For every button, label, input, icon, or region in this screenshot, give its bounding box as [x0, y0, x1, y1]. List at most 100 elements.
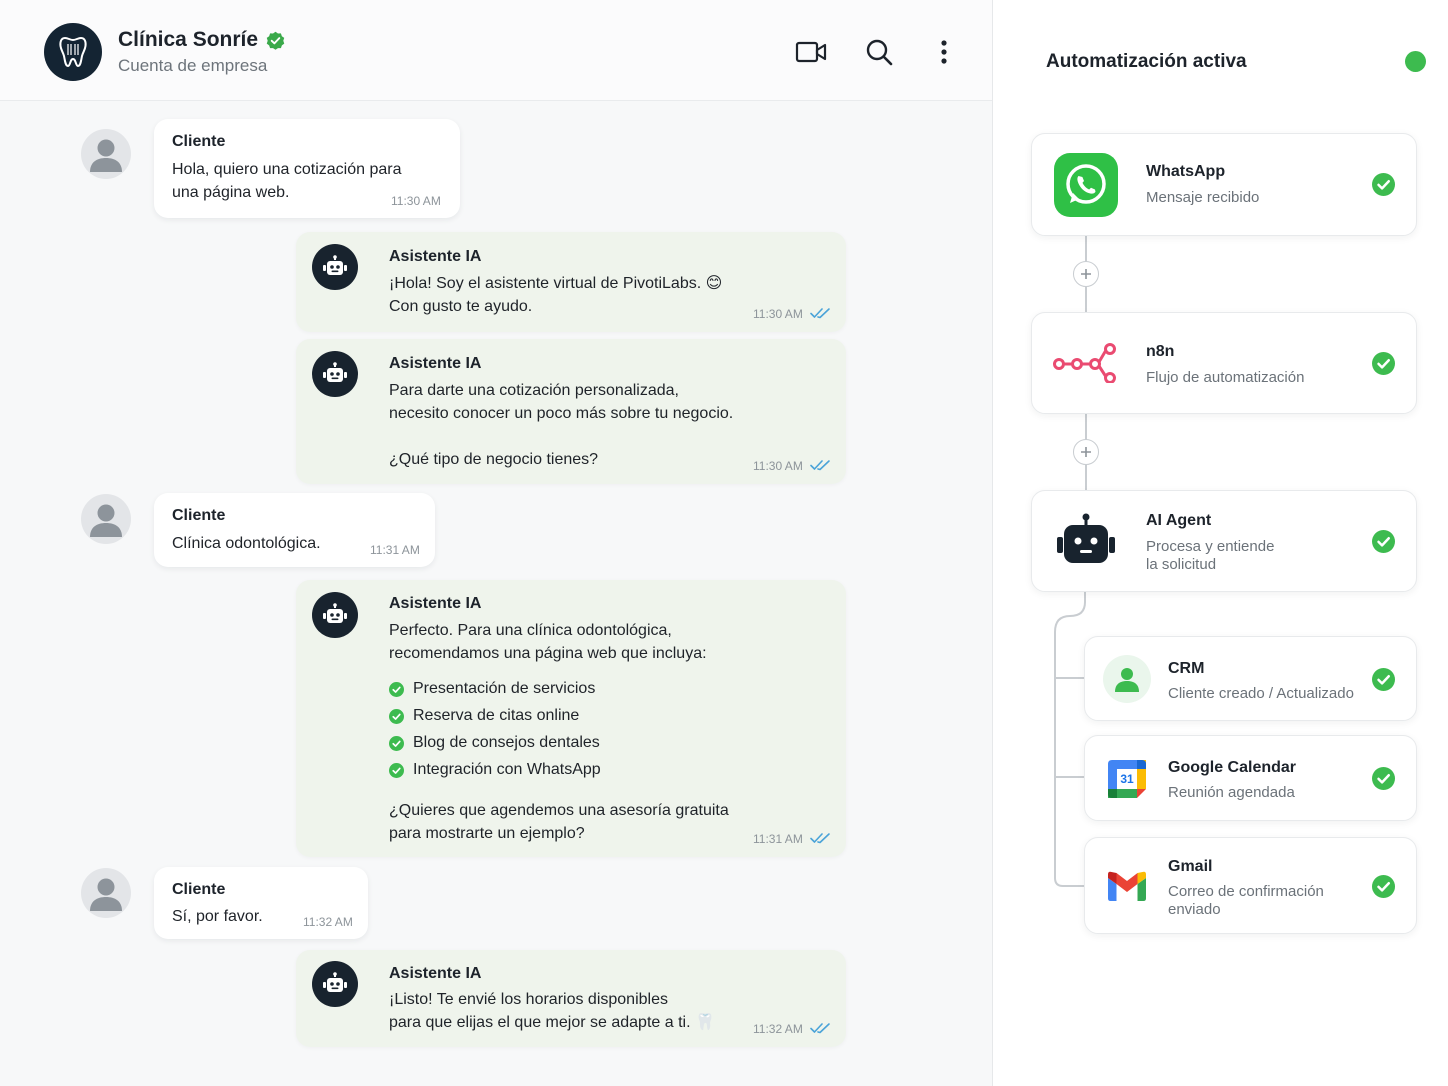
robot-icon	[312, 244, 358, 290]
client-message: Cliente Clínica odontológica. 11:31 AM	[154, 493, 435, 567]
tooth-icon[interactable]	[44, 23, 102, 81]
step-title: WhatsApp	[1146, 163, 1226, 180]
success-check-icon	[1372, 352, 1395, 375]
message-time: 11:31 AM	[370, 543, 420, 557]
message-line: Con gusto te ayudo.	[389, 298, 533, 315]
read-receipt-icon	[810, 831, 832, 845]
step-subtitle-line: Procesa y entiende	[1146, 538, 1275, 555]
verified-badge-icon	[266, 31, 285, 50]
calendar-day-number: 31	[1120, 772, 1134, 786]
check-circle-icon	[389, 762, 404, 778]
gmail-icon	[1108, 871, 1146, 901]
success-check-icon	[1372, 767, 1395, 790]
checklist-label: Integración con WhatsApp	[413, 761, 601, 778]
add-step-icon[interactable]	[1073, 439, 1099, 465]
check-circle-icon	[389, 735, 404, 751]
message-text: Hola, quiero una cotización para una pág…	[172, 158, 401, 204]
checklist-label: Reserva de citas online	[413, 707, 580, 724]
automation-title: Automatización activa	[1046, 51, 1247, 72]
checklist-item: Reserva de citas online	[389, 707, 579, 725]
user-icon	[1103, 655, 1151, 703]
branch-card-gmail[interactable]: Gmail Correo de confirmación enviado	[1084, 837, 1417, 934]
message-sender: Asistente IA	[389, 965, 482, 982]
step-subtitle: Flujo de automatización	[1146, 369, 1304, 387]
branch-subtitle-line: Cliente creado / Actualizado	[1168, 685, 1354, 702]
message-text: Para darte una cotización personalizada,…	[389, 379, 733, 471]
message-line: ¿Quieres que agendemos una asesoría grat…	[389, 802, 729, 819]
status-indicator	[1405, 51, 1426, 72]
message-text: Clínica odontológica.	[172, 532, 321, 555]
message-text: Sí, por favor.	[172, 905, 263, 928]
message-line: necesito conocer un poco más sobre tu ne…	[389, 405, 734, 422]
add-step-icon[interactable]	[1073, 261, 1099, 287]
step-subtitle: Procesa y entiende la solicitud	[1146, 538, 1274, 574]
n8n-icon	[1053, 343, 1119, 383]
branch-subtitle: Cliente creado / Actualizado	[1168, 685, 1354, 703]
message-sender: Asistente IA	[389, 248, 482, 265]
bot-message: Asistente IA ¡Listo! Te envié los horari…	[296, 950, 846, 1047]
contact-name-text: Clínica Sonríe	[118, 28, 259, 51]
message-line: Sí, por favor.	[172, 908, 263, 925]
step-card-whatsapp[interactable]: WhatsApp Mensaje recibido	[1031, 133, 1417, 236]
client-avatar	[81, 494, 131, 544]
more-vertical-icon[interactable]	[927, 36, 961, 68]
search-icon[interactable]	[862, 36, 896, 68]
message-line: para mostrarte un ejemplo?	[389, 825, 585, 842]
client-avatar	[81, 868, 131, 918]
contact-name: Clínica Sonríe	[118, 28, 285, 52]
chat-panel: Clínica Sonríe Cuenta de empresa Cliente…	[0, 0, 993, 1086]
message-text: ¡Hola! Soy el asistente virtual de Pivot…	[389, 272, 722, 318]
message-time: 11:30 AM	[391, 194, 441, 208]
read-receipt-icon	[810, 1021, 832, 1035]
branch-card-google-calendar[interactable]: 31 Google Calendar Reunión agendada	[1084, 735, 1417, 821]
chat-header: Clínica Sonríe Cuenta de empresa	[0, 0, 992, 101]
bot-message: Asistente IA Para darte una cotización p…	[296, 339, 846, 484]
message-text: ¿Quieres que agendemos una asesoría grat…	[389, 799, 729, 845]
step-subtitle-line: Mensaje recibido	[1146, 189, 1260, 206]
checklist-label: Presentación de servicios	[413, 680, 596, 697]
success-check-icon	[1372, 173, 1395, 196]
robot-icon	[312, 592, 358, 638]
bot-message: Asistente IA ¡Hola! Soy el asistente vir…	[296, 232, 846, 332]
message-time: 11:31 AM	[753, 832, 803, 846]
robot-icon	[1055, 513, 1117, 565]
message-line: para que elijas el que mejor se adapte a…	[389, 1014, 715, 1031]
success-check-icon	[1372, 668, 1395, 691]
automation-panel: Automatización activa WhatsApp Mensaje r…	[993, 0, 1448, 1086]
step-subtitle-line: la solicitud	[1146, 556, 1217, 573]
branch-connector	[1054, 592, 1086, 887]
message-time: 11:32 AM	[753, 1022, 803, 1036]
step-card-ai-agent[interactable]: AI Agent Procesa y entiende la solicitud	[1031, 490, 1417, 592]
step-card-n8n[interactable]: n8n Flujo de automatización	[1031, 312, 1417, 414]
client-message: Cliente Sí, por favor. 11:32 AM	[154, 867, 368, 939]
robot-icon	[312, 351, 358, 397]
message-text: Perfecto. Para una clínica odontológica,…	[389, 619, 707, 665]
branch-title: Gmail	[1168, 858, 1213, 875]
message-line: ¡Listo! Te envié los horarios disponible…	[389, 991, 668, 1008]
branch-subtitle-line: enviado	[1168, 901, 1221, 918]
step-title: AI Agent	[1146, 512, 1212, 529]
contact-subtitle: Cuenta de empresa	[118, 56, 268, 75]
branch-card-crm[interactable]: CRM Cliente creado / Actualizado	[1084, 636, 1417, 721]
video-call-icon[interactable]	[794, 36, 828, 68]
read-receipt-icon	[810, 458, 832, 472]
message-line: Clínica odontológica.	[172, 535, 321, 552]
read-receipt-icon	[810, 306, 832, 320]
bot-message: Asistente IA Perfecto. Para una clínica …	[296, 580, 846, 857]
message-line: recomendamos una página web que incluya:	[389, 645, 707, 662]
checklist-item: Blog de consejos dentales	[389, 734, 600, 752]
branch-subtitle: Reunión agendada	[1168, 784, 1295, 802]
step-subtitle-line: Flujo de automatización	[1146, 369, 1305, 386]
branch-subtitle-line: Reunión agendada	[1168, 784, 1295, 801]
whatsapp-icon	[1054, 153, 1118, 217]
branch-subtitle-line: Correo de confirmación	[1168, 883, 1324, 900]
checklist-item: Presentación de servicios	[389, 680, 595, 698]
message-sender: Cliente	[172, 881, 226, 898]
step-title: n8n	[1146, 343, 1175, 360]
check-circle-icon	[389, 708, 404, 724]
step-subtitle: Mensaje recibido	[1146, 189, 1259, 207]
message-sender: Cliente	[172, 507, 226, 524]
message-time: 11:30 AM	[753, 459, 803, 473]
message-line: una página web.	[172, 184, 290, 201]
message-line: Para darte una cotización personalizada,	[389, 382, 679, 399]
